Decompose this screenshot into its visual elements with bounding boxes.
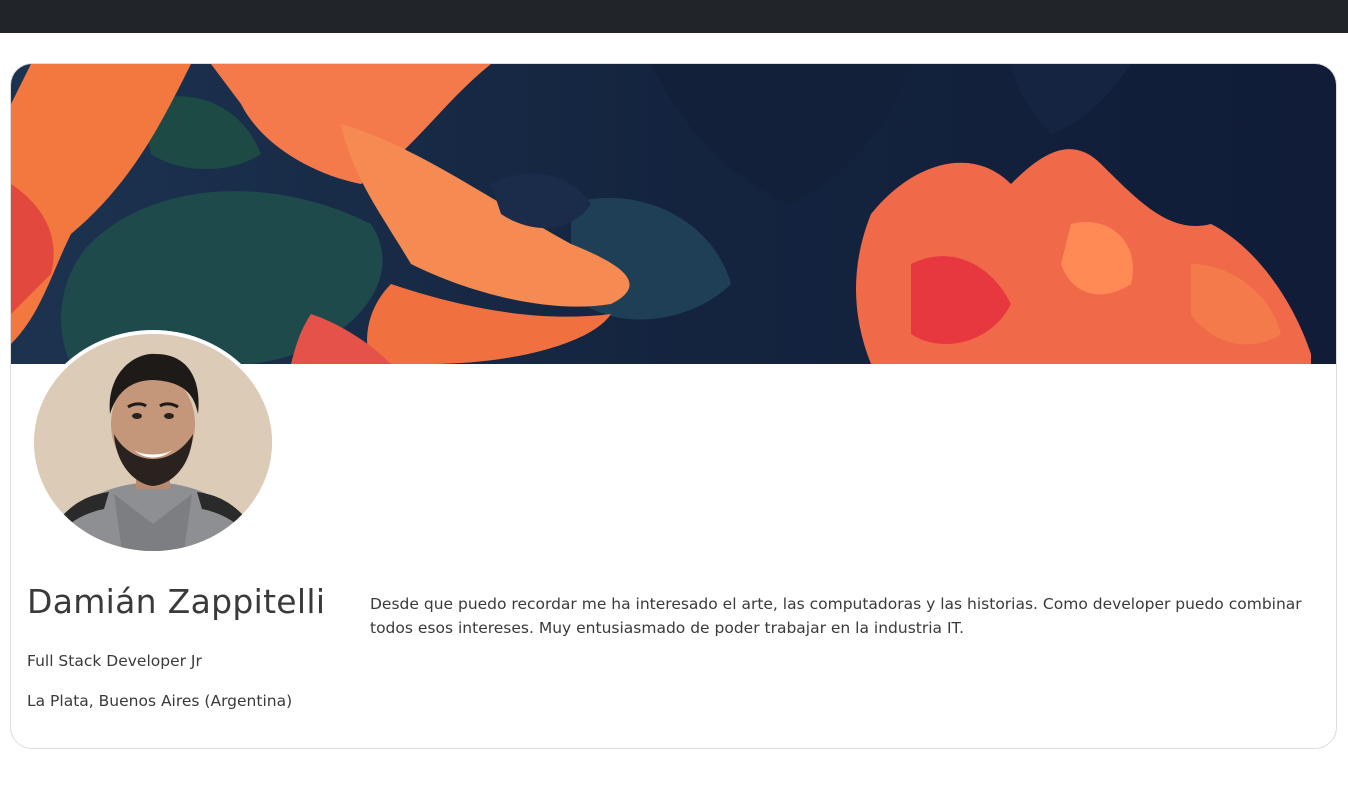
profile-card: Damián Zappitelli Full Stack Developer J… <box>10 63 1337 749</box>
profile-role: Full Stack Developer Jr <box>27 652 202 670</box>
profile-bio: Desde que puedo recordar me ha interesad… <box>370 595 1302 637</box>
top-navbar <box>0 0 1348 33</box>
profile-banner-image <box>11 64 1336 364</box>
profile-avatar <box>30 330 276 555</box>
profile-location: La Plata, Buenos Aires (Argentina) <box>27 692 293 710</box>
profile-name: Damián Zappitelli <box>27 582 326 621</box>
